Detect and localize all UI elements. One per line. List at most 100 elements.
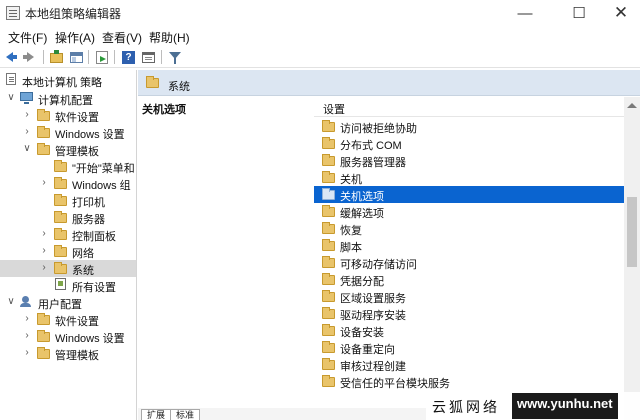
tab-standard[interactable]: 标准 <box>170 409 201 420</box>
list-item[interactable]: 设备重定向 <box>314 339 624 356</box>
folder-icon <box>322 307 335 319</box>
toolbar: ? <box>0 46 640 68</box>
watermark-url: www.yunhu.net <box>512 393 618 419</box>
folder-icon <box>146 76 159 88</box>
settings-list[interactable]: 设置 访问被拒绝协助 分布式 COM 服务器管理器 关机 关机选项 缓解选项 恢… <box>314 97 624 420</box>
toolbar-separator <box>43 50 44 64</box>
list-item[interactable]: 访问被拒绝协助 <box>314 118 624 135</box>
minimize-button[interactable]: — <box>502 0 548 26</box>
tree-item-windows-components[interactable]: › Windows 组 <box>0 175 136 192</box>
tree-item-windows-settings[interactable]: › Windows 设置 <box>0 124 136 141</box>
menu-view[interactable]: 查看(V) <box>102 29 142 46</box>
folder-icon <box>54 245 67 257</box>
folder-icon <box>54 194 67 206</box>
folder-icon <box>37 313 50 325</box>
folder-icon <box>322 188 335 200</box>
tree-item-user-config[interactable]: ∨ 用户配置 <box>0 294 136 311</box>
export-list-icon[interactable] <box>94 49 111 65</box>
forward-icon[interactable] <box>23 49 40 65</box>
expand-chevron-icon[interactable]: › <box>22 108 32 122</box>
collapse-chevron-icon[interactable]: ∨ <box>6 91 16 105</box>
vertical-scrollbar[interactable] <box>624 97 640 420</box>
list-item[interactable]: 受信任的平台模块服务 <box>314 373 624 390</box>
list-item[interactable]: 凭据分配 <box>314 271 624 288</box>
tree-item-printers[interactable]: 打印机 <box>0 192 136 209</box>
column-header-setting[interactable]: 设置 <box>314 97 624 117</box>
expand-chevron-icon[interactable]: › <box>39 244 49 258</box>
maximize-button[interactable]: ☐ <box>556 0 602 26</box>
folder-icon <box>322 239 335 251</box>
expand-chevron-icon[interactable]: › <box>22 346 32 360</box>
list-item-selected[interactable]: 关机选项 <box>314 186 624 203</box>
folder-icon <box>54 160 67 172</box>
tree-item-network[interactable]: › 网络 <box>0 243 136 260</box>
menu-action[interactable]: 操作(A) <box>55 29 95 46</box>
collapse-chevron-icon[interactable]: ∨ <box>22 142 32 156</box>
tree-item-all-settings[interactable]: 所有设置 <box>0 277 136 294</box>
list-item[interactable]: 区域设置服务 <box>314 288 624 305</box>
list-item[interactable]: 设备安装 <box>314 322 624 339</box>
list-item[interactable]: 驱动程序安装 <box>314 305 624 322</box>
list-item[interactable]: 关机 <box>314 169 624 186</box>
folder-icon <box>37 126 50 138</box>
up-folder-icon[interactable] <box>48 49 65 65</box>
list-item[interactable]: 分布式 COM <box>314 135 624 152</box>
list-item[interactable]: 服务器管理器 <box>314 152 624 169</box>
back-icon[interactable] <box>5 49 22 65</box>
list-item[interactable]: 可移动存储访问 <box>314 254 624 271</box>
folder-icon <box>322 222 335 234</box>
folder-icon <box>322 256 335 268</box>
tree-item-user-software-settings[interactable]: › 软件设置 <box>0 311 136 328</box>
toolbar-separator <box>88 50 89 64</box>
close-button[interactable]: ✕ <box>602 0 640 26</box>
tree-item-software-settings[interactable]: › 软件设置 <box>0 107 136 124</box>
tree-item-computer-config[interactable]: ∨ 计算机配置 <box>0 90 136 107</box>
folder-icon <box>322 137 335 149</box>
expand-chevron-icon[interactable]: › <box>22 329 32 343</box>
folder-icon <box>322 120 335 132</box>
description-area: 关机选项 <box>138 97 314 420</box>
folder-icon <box>322 375 335 387</box>
tree-item-server[interactable]: 服务器 <box>0 209 136 226</box>
collapse-chevron-icon[interactable]: ∨ <box>6 295 16 309</box>
list-item[interactable]: 审核过程创建 <box>314 356 624 373</box>
tree-root[interactable]: 本地计算机 策略 <box>0 72 136 89</box>
scrollbar-thumb[interactable] <box>627 197 637 267</box>
tree-item-user-windows-settings[interactable]: › Windows 设置 <box>0 328 136 345</box>
tree-item-system[interactable]: › 系统 <box>0 260 136 277</box>
tree-item-start-menu[interactable]: "开始"菜单和 <box>0 158 136 175</box>
tree-pane[interactable]: 本地计算机 策略 ∨ 计算机配置 › 软件设置 › Windows 设置 ∨ 管… <box>0 70 137 420</box>
expand-chevron-icon[interactable]: › <box>22 125 32 139</box>
list-item[interactable]: 脚本 <box>314 237 624 254</box>
scroll-up-arrow-icon[interactable] <box>627 103 637 108</box>
tree-item-user-admin-templates[interactable]: › 管理模板 <box>0 345 136 362</box>
show-hide-tree-icon[interactable] <box>68 49 85 65</box>
details-pane: 系统 关机选项 设置 访问被拒绝协助 分布式 COM 服务器管理器 关机 关机选… <box>138 70 640 420</box>
window-title: 本地组策略编辑器 <box>25 7 122 21</box>
folder-icon <box>54 211 67 223</box>
toolbar-separator <box>161 50 162 64</box>
list-item[interactable]: 恢复 <box>314 220 624 237</box>
folder-icon <box>37 143 50 155</box>
folder-icon <box>322 273 335 285</box>
folder-icon <box>54 228 67 240</box>
expand-chevron-icon[interactable]: › <box>22 312 32 326</box>
expand-chevron-icon[interactable]: › <box>39 261 49 275</box>
expand-chevron-icon[interactable]: › <box>39 227 49 241</box>
description-heading: 关机选项 <box>142 104 186 116</box>
tree-item-admin-templates[interactable]: ∨ 管理模板 <box>0 141 136 158</box>
folder-icon <box>322 358 335 370</box>
path-label: 系统 <box>168 81 190 93</box>
expand-chevron-icon[interactable]: › <box>39 176 49 190</box>
folder-icon <box>322 205 335 217</box>
properties-icon[interactable] <box>140 49 157 65</box>
group-policy-app-icon <box>6 6 20 20</box>
list-item[interactable]: 缓解选项 <box>314 203 624 220</box>
menu-file[interactable]: 文件(F) <box>8 29 47 46</box>
tab-extended[interactable]: 扩展 <box>141 409 172 420</box>
menu-help[interactable]: 帮助(H) <box>149 29 190 46</box>
tree-item-control-panel[interactable]: › 控制面板 <box>0 226 136 243</box>
help-icon[interactable]: ? <box>120 49 137 65</box>
title-bar: 本地组策略编辑器 — ☐ ✕ <box>0 0 640 26</box>
filter-icon[interactable] <box>166 49 183 65</box>
